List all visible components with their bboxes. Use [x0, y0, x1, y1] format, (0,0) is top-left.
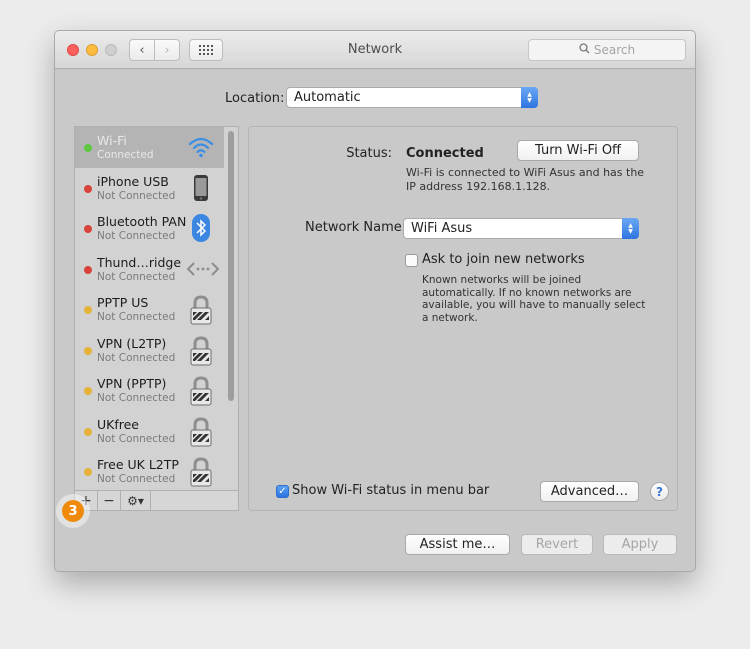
service-list-scrollbar[interactable]: [228, 131, 234, 401]
location-select[interactable]: Automatic ▲ ▼: [286, 87, 538, 108]
preferences-body: Location: Automatic ▲ ▼ Wi-Fi Connected iPh…: [55, 70, 695, 571]
status-dot: [84, 468, 92, 476]
service-name: Bluetooth PAN: [97, 214, 187, 229]
revert-button[interactable]: Revert: [521, 534, 593, 555]
status-label: Status:: [346, 146, 392, 161]
vpn-lock-icon: [187, 376, 215, 406]
show-wifi-status-checkbox[interactable]: ✓: [276, 485, 289, 498]
select-stepper-icon: ▲ ▼: [622, 218, 639, 239]
service-name: PPTP US: [97, 295, 149, 310]
service-actions-gear-button[interactable]: ⚙▾: [121, 491, 151, 510]
wifi-detail-panel: Status: Connected Turn Wi-Fi Off Wi-Fi i…: [248, 126, 678, 511]
service-list-panel: Wi-Fi Connected iPhone USB Not Connected Blu…: [74, 126, 239, 511]
service-item-9[interactable]: Free UK L2TP Not Connected: [75, 451, 224, 490]
service-item-1[interactable]: Wi-Fi Connected: [75, 127, 224, 168]
service-state: Not Connected: [97, 230, 176, 242]
status-dot: [84, 387, 92, 395]
status-dot: [84, 184, 92, 193]
location-label: Location:: [225, 91, 285, 106]
checkmark-icon: ✓: [278, 486, 287, 497]
service-state: Not Connected: [97, 270, 176, 283]
remove-service-button[interactable]: −: [98, 491, 121, 510]
search-icon: [579, 43, 590, 57]
status-dot: [84, 225, 92, 233]
service-item-8[interactable]: UKfree Not Connected: [75, 411, 224, 452]
service-item-6[interactable]: VPN (L2TP) Not Connected: [75, 330, 224, 371]
network-name-value: WiFi Asus: [411, 221, 473, 236]
network-name-label: Network Name:: [305, 220, 407, 235]
vpn-lock-icon: [187, 416, 215, 446]
service-list: Wi-Fi Connected iPhone USB Not Connected Blu…: [75, 127, 224, 490]
status-description: Wi-Fi is connected to WiFi Asus and has …: [406, 166, 645, 193]
vpn-lock-icon: [187, 335, 215, 365]
advanced-button[interactable]: Advanced…: [540, 481, 639, 502]
iphone-icon: [187, 174, 215, 202]
title-bar: ‹ › Network Search: [55, 31, 695, 69]
search-placeholder: Search: [593, 43, 636, 57]
service-name: UKfree: [97, 416, 139, 432]
ask-to-join-checkbox[interactable]: [405, 254, 418, 267]
service-item-2[interactable]: iPhone USB Not Connected: [75, 168, 224, 209]
network-name-select[interactable]: WiFi Asus ▲ ▼: [403, 218, 639, 239]
vpn-lock-icon: [187, 457, 215, 487]
service-name: VPN (L2TP): [97, 335, 167, 351]
step-number-badge: 3: [62, 500, 84, 522]
service-item-4[interactable]: Thund…ridge Not Connected: [75, 249, 224, 290]
service-state: Connected: [97, 149, 154, 161]
network-preferences-window: ‹ › Network Search Location: Automatic ▲…: [54, 30, 696, 572]
service-list-toolbar: + − ⚙▾: [75, 490, 238, 510]
service-item-7[interactable]: VPN (PPTP) Not Connected: [75, 370, 224, 411]
service-state: Not Connected: [97, 351, 176, 364]
turn-wifi-off-button[interactable]: Turn Wi-Fi Off: [517, 140, 639, 161]
status-dot: [84, 306, 92, 314]
vpn-lock-icon: [187, 295, 215, 325]
location-value: Automatic: [294, 90, 361, 105]
search-field[interactable]: Search: [528, 39, 686, 61]
status-dot: [84, 265, 92, 274]
show-wifi-status-label: Show Wi-Fi status in menu bar: [292, 483, 490, 498]
service-state: Not Connected: [97, 432, 176, 445]
service-item-3[interactable]: Bluetooth PAN Not Connected: [75, 208, 224, 249]
ask-to-join-label: Ask to join new networks: [422, 252, 585, 267]
ask-to-join-description: Known networks will be joined automatica…: [422, 274, 646, 324]
assist-me-button[interactable]: Assist me…: [405, 534, 510, 555]
service-state: Not Connected: [97, 392, 176, 404]
status-value: Connected: [406, 146, 484, 161]
service-name: Wi-Fi: [97, 133, 127, 148]
wifi-icon: [187, 133, 215, 161]
service-state: Not Connected: [97, 473, 176, 485]
service-name: Thund…ridge: [97, 254, 182, 270]
service-name: VPN (PPTP): [97, 376, 167, 391]
status-dot: [84, 427, 92, 436]
select-stepper-icon: ▲ ▼: [521, 87, 538, 108]
service-name: Free UK L2TP: [97, 457, 179, 472]
help-button[interactable]: ?: [650, 482, 669, 501]
service-state: Not Connected: [97, 311, 176, 323]
service-state: Not Connected: [97, 189, 176, 202]
status-dot: [84, 346, 92, 355]
thunderbolt-bridge-icon: [186, 255, 220, 283]
status-dot: [84, 144, 92, 152]
apply-button[interactable]: Apply: [603, 534, 677, 555]
service-item-5[interactable]: PPTP US Not Connected: [75, 289, 224, 330]
service-name: iPhone USB: [97, 173, 169, 189]
bluetooth-icon: [187, 214, 215, 242]
